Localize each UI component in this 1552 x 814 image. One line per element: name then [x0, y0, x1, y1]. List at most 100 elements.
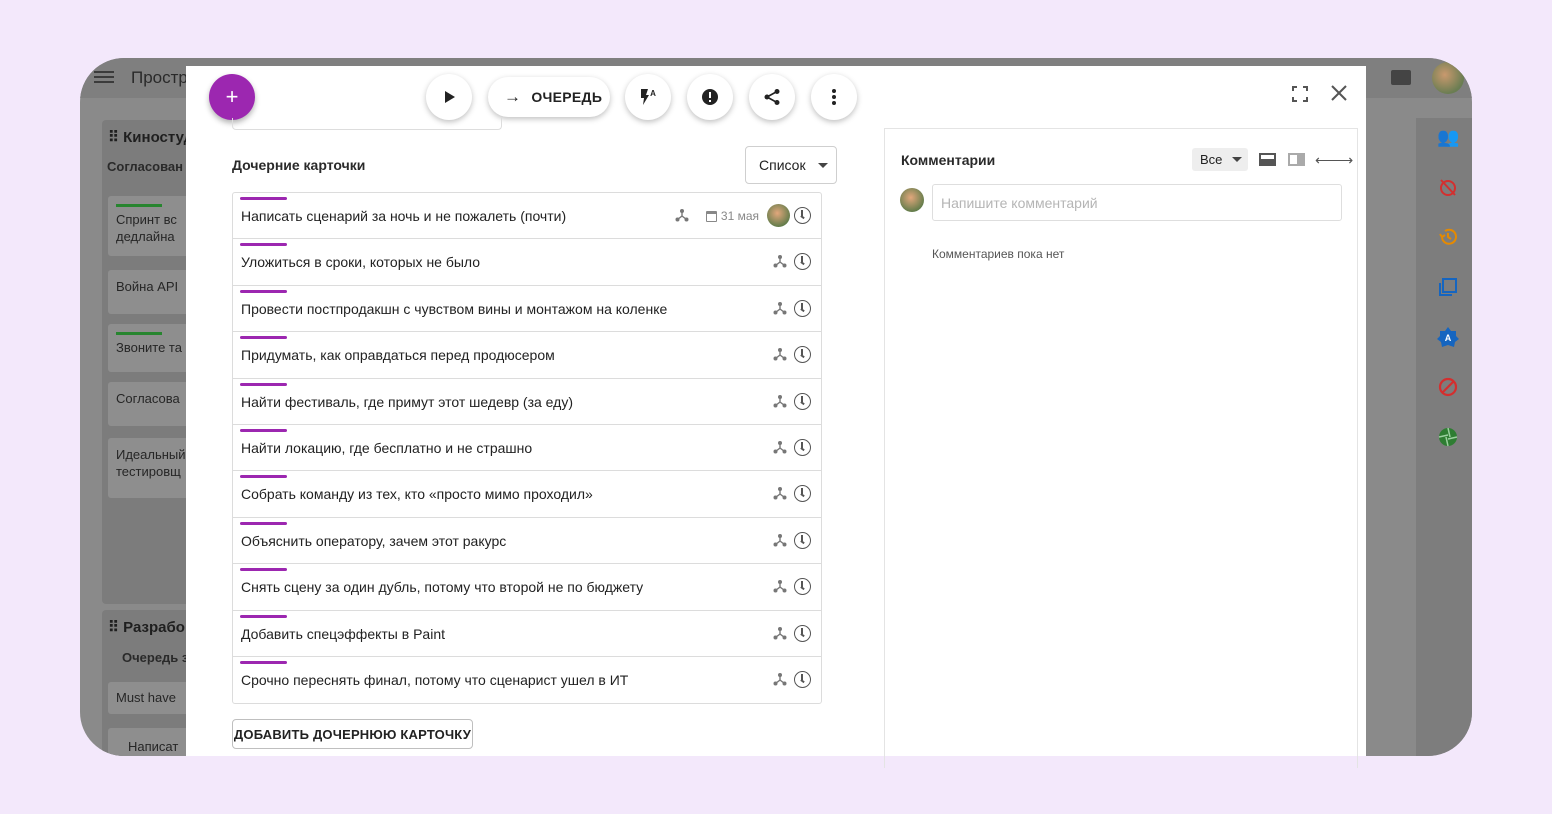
subtask-tree-icon[interactable] — [773, 394, 787, 408]
layout-side-icon[interactable] — [1288, 153, 1305, 166]
card-color-stripe — [240, 382, 287, 386]
dropdown-arrow-icon — [1232, 157, 1243, 162]
child-card-title: Объяснить оператору, зачем этот ракурс — [241, 532, 507, 549]
mail-icon[interactable] — [1391, 70, 1411, 85]
copy-icon[interactable] — [1437, 276, 1459, 298]
queue-button[interactable]: → ОЧЕРЕДЬ — [488, 77, 610, 117]
child-card-list: Написать сценарий за ночь и не пожалеть … — [232, 192, 822, 705]
clock-icon[interactable] — [794, 624, 811, 642]
add-button[interactable]: + — [209, 74, 255, 120]
flash-auto-button[interactable]: A — [625, 74, 671, 120]
share-button[interactable] — [749, 74, 795, 120]
dropdown-arrow-icon — [817, 162, 828, 168]
child-card-row[interactable]: Срочно переснять финал, потому что сцена… — [233, 657, 821, 703]
add-child-card-button[interactable]: ДОБАВИТЬ ДОЧЕРНЮЮ КАРТОЧКУ — [232, 719, 473, 749]
view-select[interactable]: Список — [745, 146, 837, 184]
child-card-row[interactable]: Снять сцену за один дубль, потому что вт… — [233, 564, 821, 611]
child-card-row[interactable]: Найти локацию, где бесплатно и не страшн… — [233, 425, 821, 472]
subtask-tree-icon[interactable] — [773, 440, 787, 454]
card-color-stripe — [240, 197, 287, 200]
close-icon[interactable] — [1328, 82, 1350, 104]
child-card-row[interactable]: Придумать, как оправдаться перед продюсе… — [233, 332, 821, 379]
svg-text:A: A — [1445, 333, 1452, 343]
board-lane-title: Очередь з — [122, 650, 189, 665]
comments-empty-text: Комментариев пока нет — [932, 247, 1065, 261]
share-icon — [764, 89, 780, 105]
history-icon[interactable] — [1437, 226, 1459, 248]
block-icon[interactable] — [1437, 376, 1459, 398]
subtask-tree-icon[interactable] — [773, 254, 787, 268]
child-card-title: Снять сцену за один дубль, потому что вт… — [241, 579, 644, 596]
alert-button[interactable] — [687, 74, 733, 120]
subtask-tree-icon[interactable] — [675, 208, 689, 222]
child-card-title: Собрать команду из тех, кто «просто мимо… — [241, 486, 593, 503]
arrow-right-icon: → — [504, 87, 522, 106]
clock-icon[interactable] — [794, 346, 811, 364]
clock-icon[interactable] — [794, 299, 811, 317]
subtask-tree-icon[interactable] — [773, 347, 787, 361]
board-lane-title: Согласован — [107, 159, 183, 174]
layout-bottom-icon[interactable] — [1259, 153, 1276, 166]
menu-icon[interactable] — [94, 68, 114, 88]
subtask-tree-icon[interactable] — [773, 672, 787, 686]
workspace-title: Простр — [131, 68, 188, 87]
card-color-stripe — [240, 243, 287, 247]
clock-icon[interactable] — [794, 253, 811, 271]
card-color-stripe — [240, 568, 287, 572]
child-card-title: Написать сценарий за ночь и не пожалеть … — [241, 208, 567, 224]
comments-title: Комментарии — [901, 152, 996, 168]
assignee-avatar[interactable] — [767, 204, 790, 227]
board-column-title: ⠿ Разрабо — [108, 619, 185, 636]
aperture-icon[interactable] — [1437, 426, 1459, 448]
expand-horizontal-icon[interactable]: ⟵⟶ — [1315, 152, 1353, 169]
comment-input[interactable] — [932, 184, 1342, 221]
clock-icon[interactable] — [794, 207, 811, 224]
subtask-tree-icon[interactable] — [773, 301, 787, 315]
queue-label: ОЧЕРЕДЬ — [531, 89, 603, 105]
subtask-tree-icon[interactable] — [773, 486, 787, 500]
more-vert-icon — [832, 89, 836, 105]
child-card-row[interactable]: Собрать команду из тех, кто «просто мимо… — [233, 471, 821, 518]
child-card-title: Найти локацию, где бесплатно и не страшн… — [241, 439, 533, 456]
flash-auto-icon: A — [641, 89, 656, 105]
clock-icon[interactable] — [794, 670, 811, 688]
more-button[interactable] — [811, 74, 857, 120]
child-cards-title: Дочерние карточки — [232, 157, 366, 173]
clock-icon[interactable] — [794, 438, 811, 456]
play-button[interactable] — [426, 74, 472, 120]
child-card-row[interactable]: Уложиться в сроки, которых не было — [233, 239, 821, 286]
view-select-value: Список — [759, 157, 806, 173]
card-color-stripe — [240, 336, 287, 340]
child-card-title: Найти фестиваль, где примут этот шедевр … — [241, 393, 573, 410]
subtask-tree-icon[interactable] — [773, 579, 787, 593]
timer-off-icon[interactable] — [1437, 176, 1459, 198]
comments-panel — [884, 128, 1358, 768]
card-color-stripe — [240, 614, 287, 618]
play-icon — [445, 91, 455, 103]
alert-icon — [702, 89, 718, 105]
child-card-row[interactable]: Провести постпродакшн с чувством вины и … — [233, 286, 821, 333]
svg-text:A: A — [650, 89, 656, 98]
badge-icon[interactable]: A — [1437, 326, 1459, 348]
due-date[interactable]: 31 мая — [705, 209, 759, 223]
card-color-stripe — [240, 289, 287, 293]
user-avatar[interactable] — [1432, 62, 1464, 94]
subtask-tree-icon[interactable] — [773, 533, 787, 547]
child-card-row[interactable]: Написать сценарий за ночь и не пожалеть … — [233, 193, 821, 240]
clock-icon[interactable] — [794, 485, 811, 503]
subtask-tree-icon[interactable] — [773, 626, 787, 640]
child-card-title: Срочно переснять финал, потому что сцена… — [241, 671, 629, 688]
child-card-title: Придумать, как оправдаться перед продюсе… — [241, 347, 555, 364]
child-card-row[interactable]: Найти фестиваль, где примут этот шедевр … — [233, 379, 821, 425]
child-card-row[interactable]: Добавить спецэффекты в Paint — [233, 611, 821, 657]
clock-icon[interactable] — [794, 578, 811, 596]
panel-edge — [232, 118, 502, 130]
people-icon[interactable]: 👥 — [1437, 126, 1459, 148]
child-card-row[interactable]: Объяснить оператору, зачем этот ракурс — [233, 518, 821, 565]
comments-filter-select[interactable]: Все — [1192, 148, 1248, 171]
clock-icon[interactable] — [794, 392, 811, 410]
child-card-title: Добавить спецэффекты в Paint — [241, 625, 445, 642]
clock-icon[interactable] — [794, 531, 811, 549]
comments-filter-value: Все — [1200, 152, 1223, 167]
fullscreen-icon[interactable] — [1290, 84, 1310, 104]
